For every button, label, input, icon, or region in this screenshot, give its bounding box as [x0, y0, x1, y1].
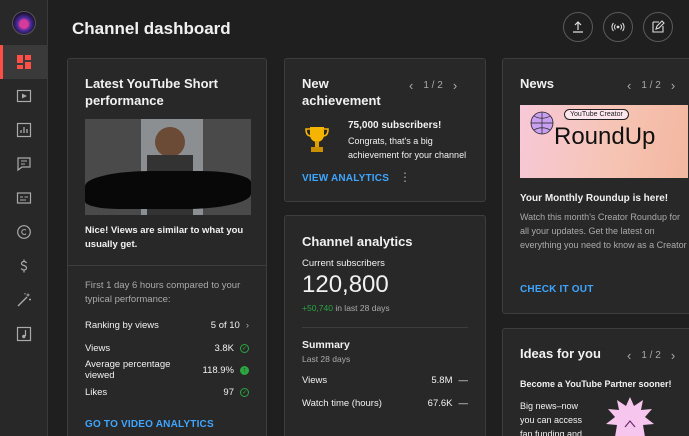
subtitles-icon[interactable]	[0, 181, 48, 215]
page-indicator: 1 / 2	[641, 350, 661, 361]
ranking-row[interactable]: Ranking by views 5 of 10 ›	[85, 318, 249, 332]
stat-label: Likes	[85, 386, 108, 398]
card-title: New achievement	[302, 76, 381, 108]
delta-value: +50,740	[302, 303, 333, 313]
summary-value: 67.6K	[427, 397, 453, 409]
content-icon[interactable]	[0, 79, 48, 113]
delta-suffix: in last 28 days	[332, 303, 390, 313]
globe-graphic	[530, 111, 554, 135]
stat-value: 97	[223, 386, 234, 398]
chevron-left-icon[interactable]: ‹	[409, 78, 413, 93]
card-title: Latest YouTube Short performance	[85, 76, 218, 108]
analytics-icon[interactable]	[0, 113, 48, 147]
page-title: Channel dashboard	[72, 19, 231, 38]
page-indicator: 1 / 2	[423, 80, 443, 91]
stat-row: Views 3.8K ✓	[85, 341, 249, 355]
trophy-icon	[304, 125, 330, 155]
trend-indicator: —	[458, 374, 469, 386]
check-icon: ✓	[240, 387, 249, 397]
starburst-graphic	[606, 397, 654, 436]
customization-icon[interactable]	[0, 283, 48, 317]
subscribers-value: 120,800	[302, 271, 389, 298]
upload-button[interactable]	[563, 12, 593, 42]
chevron-left-icon[interactable]: ‹	[627, 78, 631, 93]
latest-short-card: Latest YouTube Short performance Nice! V…	[67, 58, 267, 436]
roundup-banner[interactable]: YouTube Creator RoundUp	[520, 105, 688, 178]
copyright-icon[interactable]	[0, 215, 48, 249]
news-headline: Your Monthly Roundup is here!	[520, 193, 669, 204]
more-options-icon[interactable]: ⋮	[399, 170, 411, 184]
chevron-left-icon[interactable]: ‹	[627, 348, 631, 363]
video-analytics-link[interactable]: GO TO VIDEO ANALYTICS	[85, 419, 214, 430]
pager: ‹ 1 / 2 ›	[627, 78, 675, 93]
summary-label: Views	[302, 374, 328, 386]
stat-label: Views	[85, 342, 111, 354]
upload-icon	[573, 21, 583, 33]
live-icon	[611, 22, 625, 32]
card-title: Ideas for you	[520, 346, 601, 361]
ideas-card: Ideas for you ‹ 1 / 2 › Become a YouTube…	[502, 328, 689, 436]
stat-value: 3.8K	[214, 342, 234, 354]
stat-row: Likes 97 ✓	[85, 385, 249, 399]
achievement-body: Congrats, that's a big achievement for y…	[348, 136, 467, 160]
subscriber-delta: +50,740 in last 28 days	[302, 301, 390, 315]
achievement-card: New achievement ‹ 1 / 2 › 75,000 subscri…	[284, 58, 486, 202]
stat-row: Average percentage viewed 118.9% ↑	[85, 359, 249, 381]
redaction-mark	[85, 171, 251, 209]
chevron-right-icon[interactable]: ›	[671, 78, 675, 93]
summary-row: Views 5.8M —	[302, 373, 468, 387]
pager: ‹ 1 / 2 ›	[409, 78, 457, 93]
chevron-right-icon[interactable]: ›	[453, 78, 457, 93]
ideas-body-line: Big news–now	[520, 401, 579, 411]
ideas-body-line: fan funding and	[520, 429, 583, 436]
card-title: News	[520, 76, 554, 91]
view-analytics-link[interactable]: VIEW ANALYTICS	[302, 173, 389, 184]
summary-title: Summary	[302, 339, 350, 351]
summary-row: Watch time (hours) 67.6K —	[302, 396, 468, 410]
go-live-button[interactable]	[603, 12, 633, 42]
chevron-right-icon: ›	[245, 319, 249, 331]
comparison-text: First 1 day 6 hours compared to your typ…	[85, 280, 241, 305]
stat-label: Average percentage viewed	[85, 359, 171, 381]
arrow-up-icon: ↑	[240, 365, 249, 375]
card-title: Channel analytics	[302, 234, 413, 249]
stat-value: 118.9%	[202, 364, 234, 376]
check-it-out-link[interactable]: CHECK IT OUT	[520, 284, 594, 295]
divider	[302, 327, 468, 328]
banner-tag: YouTube Creator	[564, 109, 629, 120]
short-thumbnail[interactable]	[85, 119, 251, 215]
divider	[68, 265, 266, 266]
ideas-headline: Become a YouTube Partner sooner!	[520, 379, 672, 389]
summary-label: Watch time (hours)	[302, 397, 382, 409]
dashboard-icon[interactable]	[0, 45, 48, 79]
news-card: News ‹ 1 / 2 › YouTube Creator RoundUp Y…	[502, 58, 689, 314]
ideas-body: Big news–now you can access fan funding …	[520, 399, 582, 436]
chevron-right-icon[interactable]: ›	[671, 348, 675, 363]
edit-icon	[652, 20, 665, 33]
banner-text: RoundUp	[554, 123, 656, 150]
ranking-value: 5 of 10	[210, 319, 240, 331]
channel-avatar[interactable]	[12, 11, 36, 35]
trend-indicator: —	[458, 397, 469, 409]
channel-analytics-card: Channel analytics Current subscribers 12…	[284, 215, 486, 436]
subscribers-label: Current subscribers	[302, 258, 385, 269]
ranking-label: Ranking by views	[85, 319, 159, 331]
audio-library-icon[interactable]	[0, 317, 48, 351]
comments-icon[interactable]	[0, 147, 48, 181]
summary-subtitle: Last 28 days	[302, 354, 351, 364]
ideas-body-line: you can access	[520, 415, 583, 425]
short-message: Nice! Views are similar to what you usua…	[85, 225, 244, 250]
summary-value: 5.8M	[431, 374, 453, 386]
create-post-button[interactable]	[643, 12, 673, 42]
check-icon: ✓	[240, 343, 249, 353]
earn-icon[interactable]	[0, 249, 48, 283]
news-body: Watch this month's Creator Roundup for a…	[520, 212, 687, 250]
page-indicator: 1 / 2	[641, 80, 661, 91]
left-rail	[0, 0, 48, 436]
achievement-headline: 75,000 subscribers!	[348, 120, 442, 131]
pager: ‹ 1 / 2 ›	[627, 348, 675, 363]
